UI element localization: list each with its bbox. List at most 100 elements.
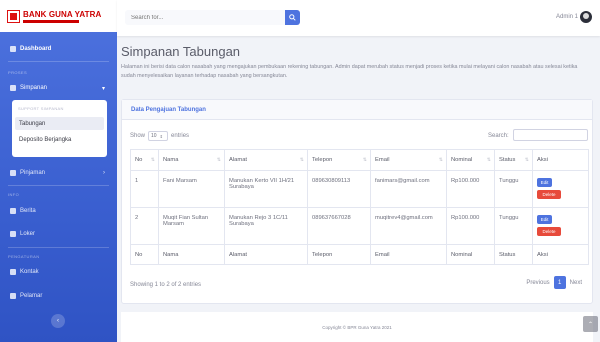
cell-telepon: 089637667028 xyxy=(307,207,371,245)
sidebar-item-label: Dashboard xyxy=(20,46,52,52)
cell-no: 2 xyxy=(130,207,159,245)
col-header-no[interactable]: No ⇅ xyxy=(130,149,159,171)
briefcase-icon xyxy=(10,293,16,299)
scroll-to-top-button[interactable]: ⌃ xyxy=(583,316,598,332)
sidebar-item-label: Simpanan xyxy=(20,85,48,91)
cell-telepon: 089630809113 xyxy=(307,170,371,208)
cell-email: fanimars@gmail.com xyxy=(370,170,447,208)
showing-info: Showing 1 to 2 of 2 entries xyxy=(130,282,202,288)
col-header-nominal[interactable]: Nominal ⇅ xyxy=(446,149,495,171)
brand-logo-icon xyxy=(7,9,20,23)
cell-nama: Fani Marsam xyxy=(158,170,225,208)
cell-aksi: Edit Delete xyxy=(532,207,589,245)
delete-button[interactable]: Delete xyxy=(537,227,561,236)
sort-icon: ⇅ xyxy=(216,157,221,163)
entries-select[interactable]: 10 ⇕ xyxy=(148,131,169,141)
sidebar-toggle-button[interactable]: ‹ xyxy=(51,314,65,328)
edit-button[interactable]: Edit xyxy=(537,215,552,224)
newspaper-icon xyxy=(10,208,16,214)
page-1-button[interactable]: 1 xyxy=(553,276,566,289)
submenu-heading: SUPPORT SIMPANAN xyxy=(18,106,64,111)
card-header: Data Pengajuan Tabungan xyxy=(122,100,592,120)
sort-icon: ⇅ xyxy=(299,157,304,163)
sidebar-divider xyxy=(8,247,109,248)
sidebar-item-label: Berita xyxy=(20,208,36,214)
copyright-text: Copyright © BPR Guna Yatra 2021 xyxy=(322,324,392,330)
next-button[interactable]: Next xyxy=(566,276,586,289)
submenu-item-tabungan[interactable]: Tabungan xyxy=(15,117,104,130)
col-header-email[interactable]: Email ⇅ xyxy=(370,149,447,171)
wallet-icon xyxy=(10,85,16,91)
dashboard-icon xyxy=(10,46,16,52)
search-button[interactable] xyxy=(285,10,300,25)
col-footer-email: Email xyxy=(370,244,447,265)
col-footer-nominal: Nominal xyxy=(446,244,495,265)
sort-icon: ⇅ xyxy=(150,157,155,163)
col-footer-no: No xyxy=(130,244,159,265)
search-icon xyxy=(289,14,296,21)
col-header-alamat[interactable]: Alamat ⇅ xyxy=(224,149,308,171)
sort-icon: ⇅ xyxy=(486,157,491,163)
sidebar-item-pelamar[interactable]: Pelamar xyxy=(0,290,117,302)
sidebar-divider xyxy=(8,185,109,186)
cell-alamat: Manukan Kerto VII 1H/21 Surabaya xyxy=(224,170,308,208)
sidebar-item-loker[interactable]: Loker xyxy=(0,228,117,240)
sidebar-item-berita[interactable]: Berita xyxy=(0,205,117,217)
col-header-telepon[interactable]: Telepon ⇅ xyxy=(307,149,371,171)
chevron-up-icon: ⌃ xyxy=(587,321,594,328)
chevron-right-icon: › xyxy=(103,170,105,176)
delete-button[interactable]: Delete xyxy=(537,190,561,199)
users-icon xyxy=(10,231,16,237)
col-header-nama[interactable]: Nama ⇅ xyxy=(158,149,225,171)
pagination: Previous 1 Next xyxy=(522,276,586,289)
submenu-item-deposito[interactable]: Deposito Berjangka xyxy=(15,133,104,146)
brand[interactable]: BANK GUNA YATRA xyxy=(0,0,117,32)
cell-alamat: Manukan Rejo 3 1C/11 Surabaya xyxy=(224,207,308,245)
col-footer-telepon: Telepon xyxy=(307,244,371,265)
sidebar-item-simpanan[interactable]: Simpanan ▾ xyxy=(0,82,117,94)
user-name[interactable]: Admin 1 xyxy=(556,14,578,20)
cell-no: 1 xyxy=(130,170,159,208)
search-input[interactable] xyxy=(125,10,285,25)
sidebar: BANK GUNA YATRA Dashboard PROSES Simpana… xyxy=(0,0,117,342)
sidebar-item-kontak[interactable]: Kontak xyxy=(0,266,117,278)
simpanan-submenu: SUPPORT SIMPANAN Tabungan Deposito Berja… xyxy=(12,100,107,157)
footer: Copyright © BPR Guna Yatra 2021 xyxy=(121,312,593,342)
money-icon xyxy=(10,170,16,176)
data-table: No ⇅ Nama ⇅ Alamat ⇅ Telepon ⇅ Email ⇅ Nomina… xyxy=(130,149,589,265)
cell-nominal: Rp100.000 xyxy=(446,207,495,245)
table-row: 2 Muqit Fian Sultan Marsam Manukan Rejo … xyxy=(130,207,589,245)
sidebar-heading-info: INFO xyxy=(8,192,20,197)
sidebar-item-label: Loker xyxy=(20,231,36,237)
cell-aksi: Edit Delete xyxy=(532,170,589,208)
sidebar-heading-proses: PROSES xyxy=(8,70,28,75)
contact-icon xyxy=(10,269,16,275)
col-footer-nama: Nama xyxy=(158,244,225,265)
cell-nominal: Rp100.000 xyxy=(446,170,495,208)
sidebar-item-dashboard[interactable]: Dashboard xyxy=(0,43,117,55)
col-header-status[interactable]: Status ⇅ xyxy=(494,149,533,171)
sort-icon: ⇅ xyxy=(438,157,443,163)
entries-label: entries xyxy=(171,133,190,139)
page-description: Halaman ini berisi data calon nasabah ya… xyxy=(121,64,578,79)
avatar[interactable] xyxy=(580,11,592,23)
chevron-left-icon: ‹ xyxy=(57,318,59,324)
previous-button[interactable]: Previous xyxy=(522,276,553,289)
show-entries: Show 10 ⇕ entries xyxy=(130,131,189,141)
table-row: 1 Fani Marsam Manukan Kerto VII 1H/21 Su… xyxy=(130,170,589,208)
table-search-label: Search: xyxy=(488,133,509,139)
sort-icon: ⇅ xyxy=(524,157,529,163)
brand-subtitle-bar xyxy=(23,19,79,23)
col-footer-status: Status xyxy=(494,244,533,265)
col-footer-alamat: Alamat xyxy=(224,244,308,265)
cell-status: Tunggu xyxy=(494,207,533,245)
sidebar-item-pinjaman[interactable]: Pinjaman › xyxy=(0,167,117,179)
col-header-aksi[interactable]: Aksi xyxy=(532,149,589,171)
edit-button[interactable]: Edit xyxy=(537,178,552,187)
sidebar-item-label: Kontak xyxy=(20,269,39,275)
cell-nama: Muqit Fian Sultan Marsam xyxy=(158,207,225,245)
data-card: Data Pengajuan Tabungan Show 10 ⇕ entrie… xyxy=(121,99,593,304)
cell-email: muqitrev4@gmail.com xyxy=(370,207,447,245)
table-search-input[interactable] xyxy=(513,129,588,141)
sidebar-item-label: Pinjaman xyxy=(20,170,46,176)
